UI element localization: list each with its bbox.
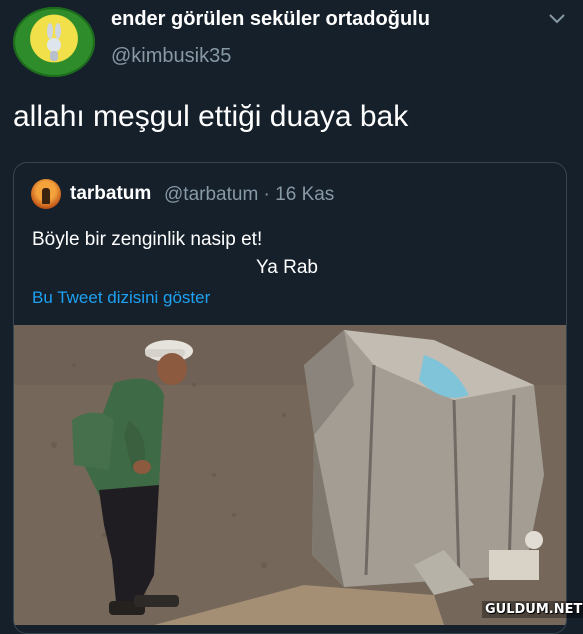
chevron-down-icon[interactable] <box>548 12 566 26</box>
quoted-tweet-photo[interactable] <box>14 325 566 625</box>
quoted-author-name[interactable]: tarbatum <box>70 183 151 205</box>
photo-man-with-large-sack <box>14 325 566 625</box>
tweet-text: allahı meşgul ettiği duaya bak <box>13 100 409 133</box>
author-avatar[interactable] <box>13 7 95 77</box>
quoted-tweet-card[interactable]: tarbatum @tarbatum · 16 Kas Böyle bir ze… <box>13 162 567 634</box>
bugs-bunny-badge-icon <box>47 23 61 61</box>
quoted-author-meta[interactable]: @tarbatum · 16 Kas <box>164 184 334 206</box>
author-display-name[interactable]: ender görülen seküler ortadoğulu <box>111 8 430 31</box>
author-handle[interactable]: @kimbusik35 <box>111 45 231 68</box>
quoted-author-avatar[interactable] <box>31 179 61 209</box>
show-thread-link[interactable]: Bu Tweet dizisini göster <box>32 288 210 308</box>
quoted-tweet-text-line-1: Böyle bir zenginlik nasip et! <box>32 229 263 250</box>
quoted-tweet-text-line-2: Ya Rab <box>256 257 318 278</box>
site-watermark: GULDUM.NET <box>482 601 583 618</box>
avatar-figure-icon <box>42 188 50 204</box>
